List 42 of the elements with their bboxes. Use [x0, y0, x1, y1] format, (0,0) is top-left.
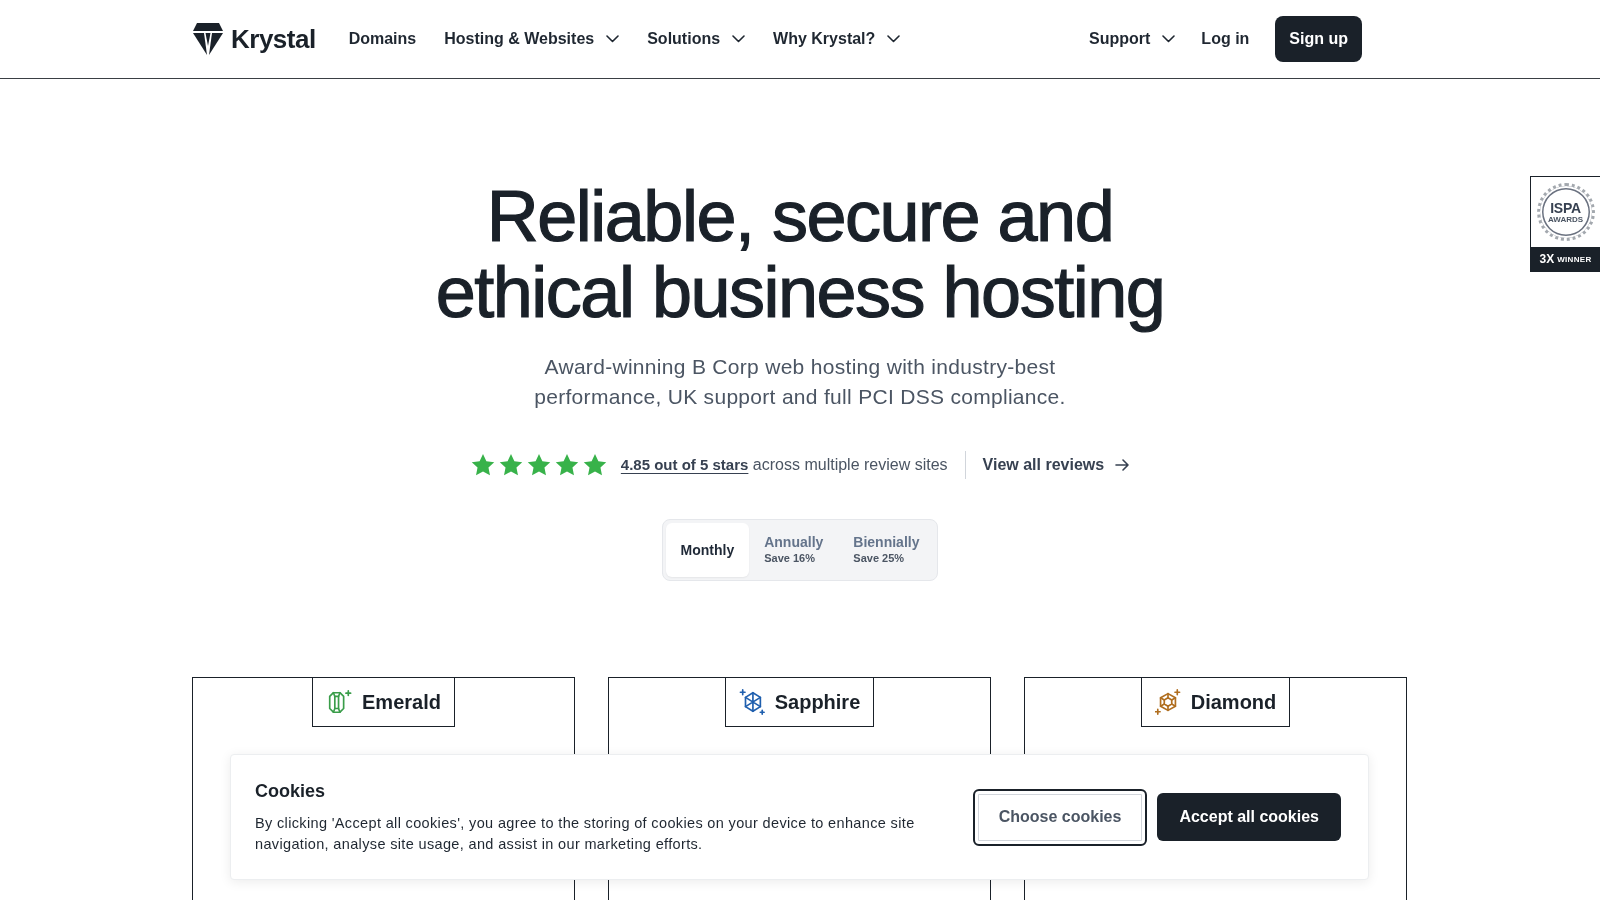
- nav-link[interactable]: Log in: [1201, 30, 1250, 48]
- star-icon: [498, 453, 523, 477]
- star-icon: [582, 453, 607, 477]
- cookie-title: Cookies: [255, 780, 326, 803]
- sign-up-button[interactable]: Sign up: [1275, 16, 1362, 62]
- chevron-down-icon: [1162, 35, 1176, 43]
- award-count: 3X: [1539, 252, 1555, 266]
- billing-option[interactable]: Biennially Save 25%: [838, 523, 935, 577]
- rating-score-link[interactable]: 4.85 out of 5 stars: [620, 456, 749, 473]
- nav-link[interactable]: Hosting & Websites: [444, 30, 620, 48]
- nav-link[interactable]: Domains: [348, 30, 417, 48]
- rating-summary: 4.85 out of 5 stars across multiple review sites: [620, 456, 948, 474]
- nav-link[interactable]: Solutions: [647, 30, 746, 48]
- hero-subtitle: Award-winning B Corp web hosting with industry-best performance, UK support and full PCI DSS compliance.: [533, 354, 1067, 410]
- billing-option[interactable]: Monthly: [665, 523, 750, 577]
- gem-icon: [326, 689, 353, 715]
- award-title: ISPA: [1550, 200, 1581, 215]
- logo-icon: [192, 22, 224, 56]
- chevron-down-icon: [732, 35, 746, 43]
- arrow-right-icon: [1115, 459, 1130, 471]
- award-label: WINNER: [1557, 254, 1592, 264]
- gem-icon: [1154, 689, 1181, 715]
- chevron-down-icon: [887, 35, 901, 43]
- plan-name: Emerald: [362, 690, 441, 714]
- plan-name: Diamond: [1190, 690, 1277, 714]
- choose-cookies-button[interactable]: Choose cookies: [972, 788, 1148, 846]
- star-icon: [526, 453, 551, 477]
- star-icon: [554, 453, 579, 477]
- view-reviews-link[interactable]: View all reviews: [982, 456, 1130, 474]
- plan-name: Sapphire: [774, 690, 861, 714]
- chevron-down-icon: [606, 35, 620, 43]
- nav-link[interactable]: Support: [1089, 30, 1176, 48]
- cookie-text: By clicking 'Accept all cookies', you agree to the storing of cookies on your device to enhance site navigation, analyse site usage, and assist in our marketing efforts.: [255, 814, 916, 854]
- nav-link[interactable]: Why Krystal?: [773, 30, 901, 48]
- logo-link[interactable]: Krystal: [192, 22, 316, 56]
- accept-cookies-button[interactable]: Accept all cookies: [1157, 793, 1341, 841]
- crystal-icon: [738, 689, 765, 715]
- award-badge[interactable]: ISPA AWARDS 3X WINNER: [1530, 176, 1600, 272]
- award-subtitle: AWARDS: [1547, 214, 1584, 224]
- hero-title: Reliable, secure and ethical business hosting: [434, 178, 1166, 330]
- star-icon: [470, 453, 495, 477]
- billing-option[interactable]: Annually Save 16%: [749, 523, 839, 577]
